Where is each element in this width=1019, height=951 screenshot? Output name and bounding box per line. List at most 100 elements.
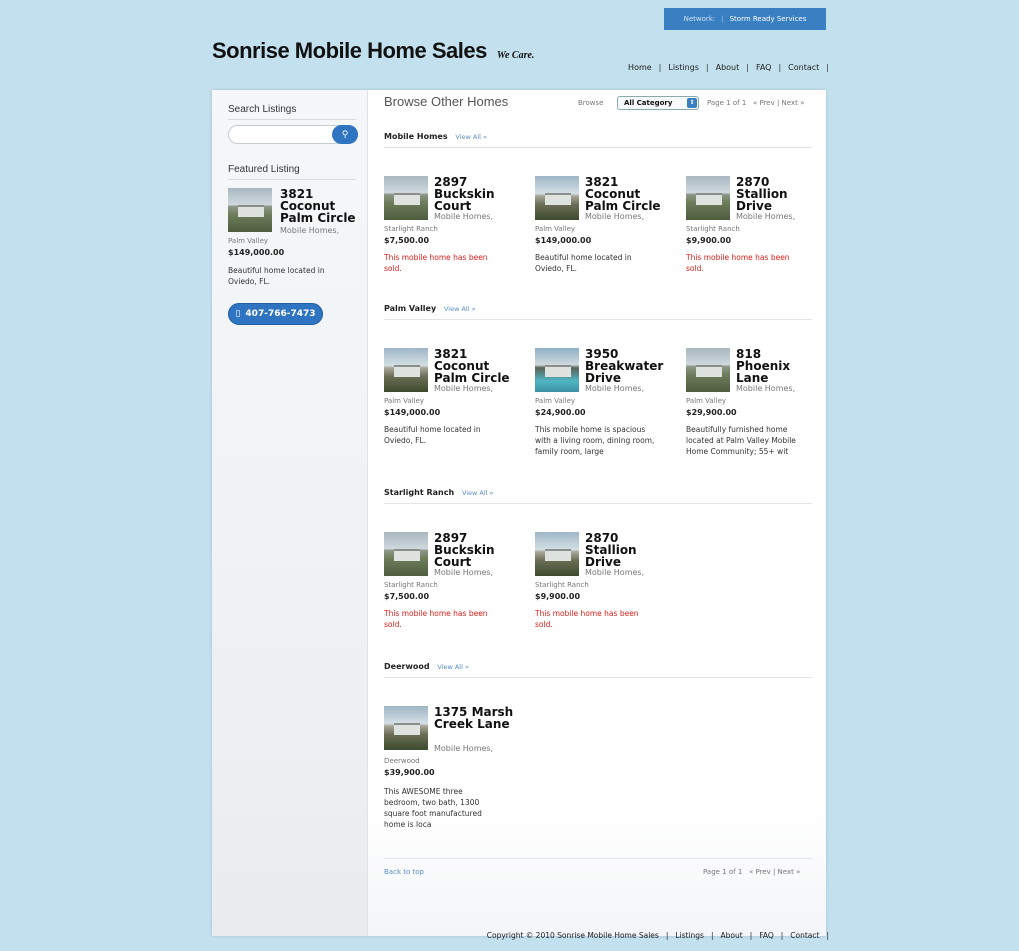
phone-icon: ▯ (235, 309, 241, 319)
listing-location: Starlight Ranch (384, 581, 438, 589)
network-bar: Network: | Storm Ready Services (664, 8, 826, 30)
listing-price: $149,000.00 (535, 236, 592, 245)
section-title: Deerwood (384, 662, 430, 671)
listing-thumbnail[interactable] (686, 348, 730, 392)
listing-location: Palm Valley (686, 397, 727, 405)
listing-title[interactable]: 2897 Buckskin Court (434, 176, 514, 212)
nav-about[interactable]: About (716, 63, 740, 72)
listing-thumbnail[interactable] (535, 348, 579, 392)
listing-price: $39,900.00 (384, 768, 435, 777)
network-separator: | (721, 15, 724, 23)
nav-listings[interactable]: Listings (668, 63, 699, 72)
listing-title[interactable]: 3821 Coconut Palm Circle (585, 176, 665, 212)
listing-location: Starlight Ranch (686, 225, 740, 233)
listing-description: Beautiful home located in Oviedo, FL. (535, 253, 632, 273)
view-all-link[interactable]: View All » (437, 663, 469, 671)
listing-location: Palm Valley (535, 225, 576, 233)
listing-price: $9,900.00 (686, 236, 732, 245)
featured-category: Mobile Homes, (280, 226, 340, 235)
listing-sold-note: This mobile home has been sold. (384, 253, 488, 273)
listing-location: Palm Valley (535, 397, 576, 405)
divider (384, 147, 812, 148)
listing-category: Mobile Homes, (736, 212, 796, 221)
listing-category: Mobile Homes, (585, 568, 645, 577)
listing-description: This mobile home is spacious with a livi… (535, 425, 655, 456)
featured-location: Palm Valley (228, 237, 269, 245)
listing-location: Deerwood (384, 757, 420, 765)
listing-price: $149,000.00 (384, 408, 441, 417)
listing-title[interactable]: 2897 Buckskin Court (434, 532, 514, 568)
top-nav: Home | Listings | About | FAQ | Contact | (628, 63, 829, 72)
divider (384, 858, 812, 859)
listing-sold-note: This mobile home has been sold. (686, 253, 790, 273)
listing-price: $24,900.00 (535, 408, 586, 417)
search-button[interactable]: ⚲ (332, 125, 358, 144)
featured-description: Beautiful home located in Oviedo, FL. (228, 266, 325, 286)
listing-thumbnail[interactable] (384, 706, 428, 750)
listing-category: Mobile Homes, (434, 212, 494, 221)
listing-location: Palm Valley (384, 397, 425, 405)
listing-price: $9,900.00 (535, 592, 581, 601)
section-heading: Mobile Homes View All » (384, 132, 487, 141)
footer-link-faq[interactable]: FAQ (759, 931, 774, 940)
nav-home[interactable]: Home (628, 63, 652, 72)
page-title: Browse Other Homes (384, 94, 509, 109)
listing-sold-note: This mobile home has been sold. (384, 609, 488, 629)
listing-thumbnail[interactable] (384, 176, 428, 220)
listing-thumbnail[interactable] (686, 176, 730, 220)
listing-thumbnail[interactable] (384, 348, 428, 392)
section-title: Starlight Ranch (384, 488, 455, 497)
divider (384, 503, 812, 504)
listing-category: Mobile Homes, (585, 212, 645, 221)
footer: Copyright © 2010 Sonrise Mobile Home Sal… (486, 931, 829, 940)
page-info: Page 1 of 1 (707, 99, 747, 107)
listing-price: $7,500.00 (384, 236, 430, 245)
network-link-storm-ready[interactable]: Storm Ready Services (730, 15, 807, 23)
listing-category: Mobile Homes, (434, 384, 494, 393)
back-to-top-link[interactable]: Back to top (384, 868, 424, 876)
listing-location: Starlight Ranch (535, 581, 589, 589)
nav-faq[interactable]: FAQ (756, 63, 772, 72)
featured-thumbnail[interactable] (228, 188, 272, 232)
search-icon: ⚲ (341, 129, 349, 140)
main-content: Browse Other Homes Browse All Category ⇕… (368, 90, 826, 936)
phone-button[interactable]: ▯ 407-766-7473 (228, 303, 323, 325)
category-select[interactable]: All Category ⇕ (617, 96, 699, 110)
listing-title[interactable]: 3821 Coconut Palm Circle (434, 348, 514, 384)
listing-category: Mobile Homes, (585, 384, 645, 393)
pager-links[interactable]: « Prev | Next » (753, 99, 804, 107)
listing-title[interactable]: 1375 Marsh Creek Lane (434, 706, 516, 730)
featured-price: $149,000.00 (228, 248, 285, 257)
sidebar: Search Listings ⚲ Featured Listing 3821 … (212, 90, 368, 936)
listing-title[interactable]: 818 Phoenix Lane (736, 348, 816, 384)
section-title: Mobile Homes (384, 132, 448, 141)
section-title: Palm Valley (384, 304, 437, 313)
nav-contact[interactable]: Contact (788, 63, 819, 72)
view-all-link[interactable]: View All » (444, 305, 476, 313)
pager-top: Page 1 of 1 « Prev | Next » (707, 99, 804, 107)
listing-sold-note: This mobile home has been sold. (535, 609, 639, 629)
listing-thumbnail[interactable] (384, 532, 428, 576)
page-info: Page 1 of 1 (703, 868, 743, 876)
listing-thumbnail[interactable] (535, 532, 579, 576)
footer-link-about[interactable]: About (721, 931, 743, 940)
featured-heading: Featured Listing (228, 164, 300, 175)
search-heading: Search Listings (228, 104, 297, 115)
view-all-link[interactable]: View All » (455, 133, 487, 141)
listing-title[interactable]: 3950 Breakwater Drive (585, 348, 667, 384)
footer-link-contact[interactable]: Contact (790, 931, 819, 940)
view-all-link[interactable]: View All » (462, 489, 494, 497)
listing-title[interactable]: 2870 Stallion Drive (736, 176, 816, 212)
divider (228, 119, 356, 120)
pager-links[interactable]: « Prev | Next » (749, 868, 800, 876)
listing-description: Beautifully furnished home located at Pa… (686, 425, 796, 456)
listing-location: Starlight Ranch (384, 225, 438, 233)
featured-title[interactable]: 3821 Coconut Palm Circle (280, 188, 360, 224)
site-tagline: We Care. (496, 50, 535, 61)
browse-label: Browse (578, 99, 604, 107)
listing-title[interactable]: 2870 Stallion Drive (585, 532, 665, 568)
site-logo-title[interactable]: Sonrise Mobile Home Sales (212, 38, 487, 64)
divider (384, 319, 812, 320)
listing-thumbnail[interactable] (535, 176, 579, 220)
footer-link-listings[interactable]: Listings (675, 931, 704, 940)
